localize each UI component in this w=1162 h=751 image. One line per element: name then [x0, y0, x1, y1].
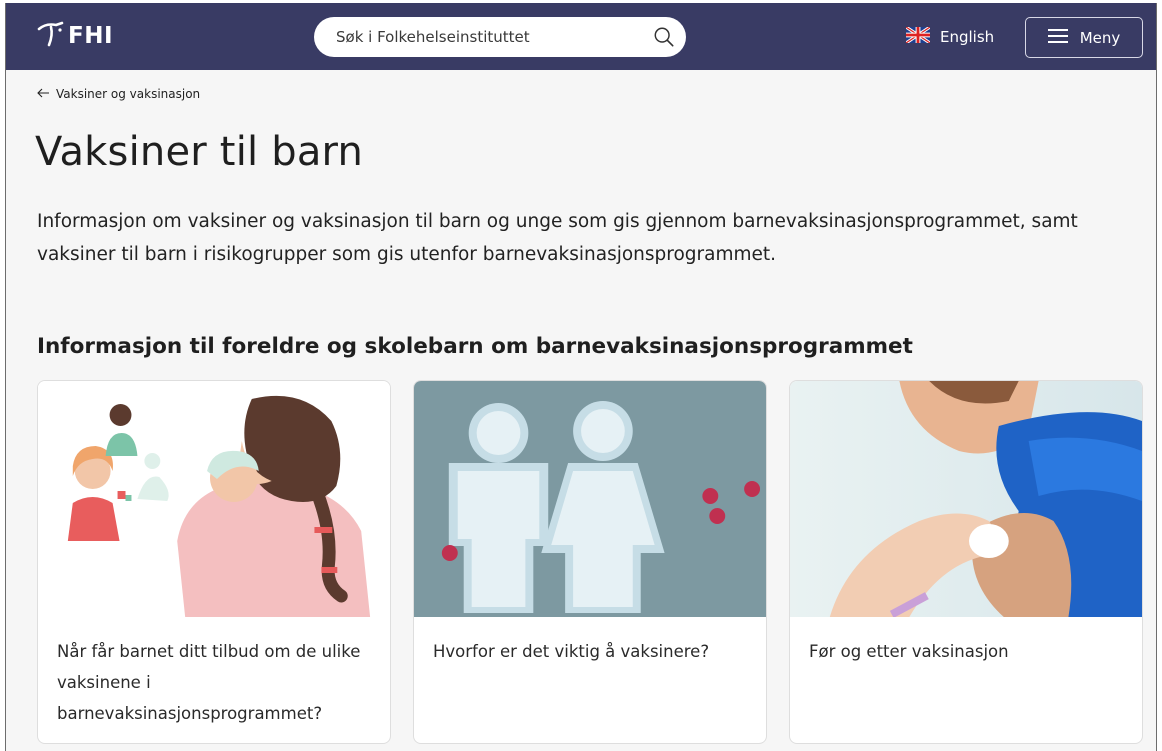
logo-text: FHI [68, 23, 114, 49]
card-label: Før og etter vaksinasjon [809, 642, 1009, 661]
browser-viewport: FHI English [5, 3, 1157, 751]
breadcrumb-label: Vaksiner og vaksinasjon [56, 87, 201, 101]
fhi-logo-icon [36, 19, 66, 53]
illustration-mother-children-image [38, 381, 390, 617]
search-box [314, 17, 686, 57]
uk-flag-icon [905, 25, 940, 47]
menu-label: Meny [1079, 28, 1121, 47]
search-icon[interactable] [652, 25, 676, 49]
fhi-logo-link[interactable]: FHI [36, 19, 113, 53]
card-why-vaccinate[interactable]: Hvorfor er det viktig å vaksinere? [413, 380, 767, 744]
search-input[interactable] [336, 28, 636, 46]
photo-child-vaccination-image [790, 381, 1142, 617]
menu-button[interactable]: Meny [1025, 17, 1143, 58]
site-header: FHI English [6, 3, 1156, 70]
language-label: English [940, 28, 995, 46]
section-title: Informasjon til foreldre og skolebarn om… [37, 334, 913, 359]
page-lead: Informasjon om vaksiner og vaksinasjon t… [37, 211, 1078, 265]
page-title: Vaksiner til barn [35, 129, 364, 175]
breadcrumb-back-link[interactable]: Vaksiner og vaksinasjon [37, 87, 200, 101]
card-before-after-vaccination[interactable]: Før og etter vaksinasjon [789, 380, 1143, 744]
illustration-figures-image [414, 381, 766, 617]
card-label: Når får barnet ditt tilbud om de ulike v… [57, 642, 361, 723]
card-vaccine-schedule[interactable]: Når får barnet ditt tilbud om de ulike v… [37, 380, 391, 744]
card-label: Hvorfor er det viktig å vaksinere? [433, 642, 710, 661]
hamburger-icon [1047, 28, 1080, 48]
card-list: Når får barnet ditt tilbud om de ulike v… [37, 380, 1147, 751]
arrow-left-icon [37, 87, 56, 101]
language-switch-english[interactable]: English [905, 25, 995, 47]
